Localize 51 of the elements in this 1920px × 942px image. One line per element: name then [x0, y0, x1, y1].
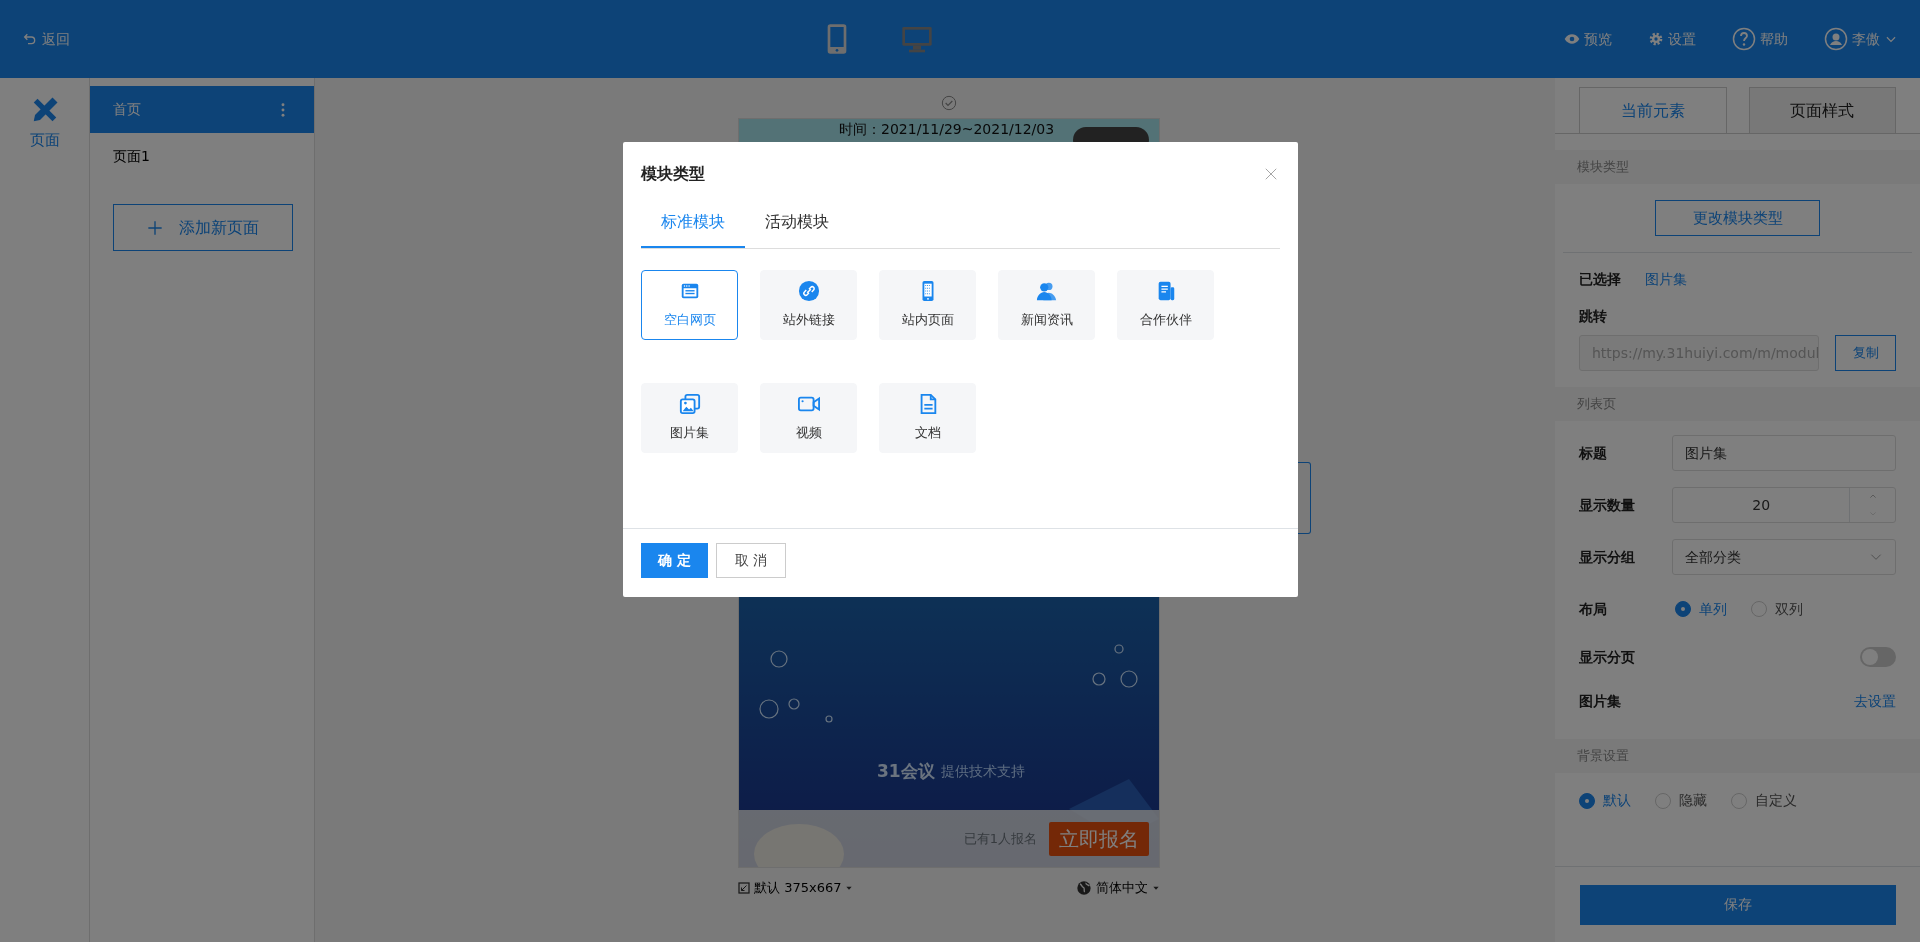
field-label: 显示数量 — [1579, 495, 1636, 515]
module-option[interactable]: 站外链接 — [760, 270, 857, 340]
field-label: 显示分页 — [1579, 647, 1636, 667]
group-select[interactable]: 全部分类 — [1672, 539, 1896, 575]
radio-option[interactable]: 双列 — [1751, 598, 1803, 620]
module-option[interactable]: 空白网页 — [641, 270, 738, 340]
confirm-button[interactable]: 确 定 — [641, 543, 708, 578]
copy-button[interactable]: 复制 — [1835, 335, 1896, 371]
field-label: 已选择 — [1579, 270, 1621, 289]
save-button[interactable]: 保存 — [1579, 884, 1896, 925]
radio-option[interactable]: 隐藏 — [1655, 790, 1707, 811]
title-field[interactable]: 图片集 — [1672, 435, 1896, 471]
add-page-button[interactable]: 添加新页面 — [113, 204, 293, 251]
gallery-settings-link[interactable]: 去设置 — [1854, 690, 1896, 712]
panel-tab[interactable]: 页面样式 — [1748, 87, 1896, 133]
page-item[interactable]: 页面1 — [90, 133, 314, 180]
settings-link[interactable]: 设置 — [1642, 27, 1702, 51]
cancel-button[interactable]: 取 消 — [716, 543, 786, 578]
module-option[interactable]: 新闻资讯 — [998, 270, 1095, 340]
radio-option[interactable]: 默认 — [1579, 790, 1631, 811]
event-time: 时间：2021/11/29~2021/12/03 — [839, 120, 1055, 138]
module-tab[interactable]: 活动模块 — [745, 210, 849, 248]
module-option[interactable]: 站内页面 — [879, 270, 976, 340]
field-label: 图片集 — [1579, 691, 1622, 711]
module-option[interactable]: 文档 — [879, 383, 976, 453]
page-item[interactable]: 首页 — [90, 86, 314, 133]
module-option[interactable]: 视频 — [760, 383, 857, 453]
count-stepper[interactable]: 20 — [1672, 487, 1896, 523]
preview-link[interactable]: 预览 — [1558, 27, 1618, 51]
change-type-button[interactable]: 更改模块类型 — [1655, 200, 1820, 236]
field-label: 跳转 — [1578, 307, 1608, 326]
field-label: 布局 — [1579, 599, 1608, 619]
module-tab[interactable]: 标准模块 — [641, 210, 745, 248]
help-link[interactable]: 帮助 — [1726, 26, 1794, 52]
selected-value: 图片集 — [1645, 270, 1687, 289]
back-button[interactable]: 返回 — [16, 27, 76, 51]
panel-tab[interactable]: 当前元素 — [1579, 87, 1727, 133]
size-dropdown[interactable]: 默认 375x667 — [738, 878, 854, 898]
module-option[interactable]: 合作伙伴 — [1117, 270, 1214, 340]
dialog-title: 模块类型 — [641, 163, 705, 185]
brand-logo: 31会议 — [877, 760, 935, 783]
language-dropdown[interactable]: 简体中文 — [1076, 878, 1160, 898]
signup-button[interactable]: 立即报名 — [1049, 821, 1149, 856]
field-label: 显示分组 — [1579, 547, 1636, 567]
field-label: 标题 — [1579, 443, 1608, 463]
module-option[interactable]: 图片集 — [641, 383, 738, 453]
radio-option[interactable]: 单列 — [1675, 598, 1727, 620]
user-menu[interactable]: 李傲 — [1818, 26, 1904, 52]
credit-text: 提供技术支持 — [940, 762, 1025, 782]
pages-tab[interactable]: 页面 — [23, 94, 66, 153]
radio-option[interactable]: 自定义 — [1731, 790, 1797, 811]
